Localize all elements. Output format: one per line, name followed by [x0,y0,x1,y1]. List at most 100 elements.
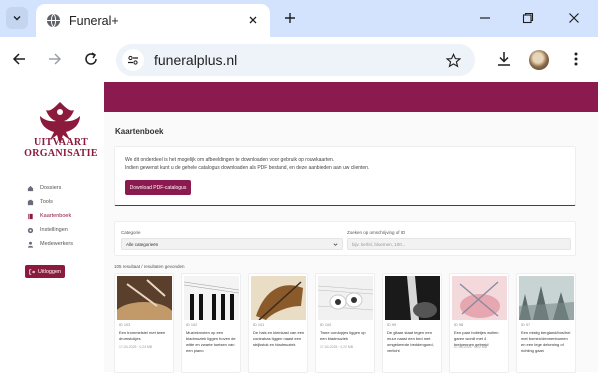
piano-image [184,276,239,320]
globe-icon [46,13,61,28]
profile-avatar[interactable] [529,50,549,70]
image-card[interactable]: ID 97 Een mistig bergland/bos/hei met bo… [516,273,576,373]
chevron-down-icon [13,16,21,21]
sidebar-item-label: Dossiers [40,185,62,191]
card-grid: ID 103 Een trommelstel met twee drumstok… [114,273,584,383]
card-id: ID 97 [521,323,531,327]
tab-close-button[interactable] [245,12,261,28]
sidebar-item-instellingen[interactable]: Instellingen [26,224,68,236]
card-meta: 17-04-2025 · 0,24 MB [119,345,152,349]
reload-icon [85,52,97,65]
forward-button[interactable] [45,49,65,69]
reload-button[interactable] [81,49,101,69]
image-card[interactable]: ID 99 De gitaar staat tegen een muur naa… [382,273,442,373]
minimize-icon [480,17,490,19]
info-line-2: Indien gewenst kunt u de gehele catalogu… [125,164,370,171]
minimize-button[interactable] [475,8,495,28]
card-id: ID 101 [253,323,265,327]
sidebar-item-tools[interactable]: Tools [26,196,53,208]
download-icon [498,52,510,66]
card-description: Een mistig bergland/bos/hei met bomen/de… [521,330,571,353]
close-window-button[interactable] [564,8,584,28]
image-card[interactable]: ID 102 Muziekmoten op een bladmuziek lig… [181,273,241,373]
sidebar-item-label: Kaartenboek [40,213,72,219]
chevron-down-icon [333,243,338,246]
logo-text-line2: ORGANISATIE [24,148,98,159]
image-card[interactable]: ID 98 Een paar bolletjes wollen garen wo… [449,273,509,373]
forward-icon [49,53,62,65]
sidebar-item-label: Instellingen [40,227,68,233]
card-description: Twee oordopjes liggen op een bladmuziek [320,330,366,341]
category-select[interactable]: Alle categorieën [121,238,343,250]
guitar-image [385,276,440,320]
restore-icon [522,12,534,24]
sidebar: UITVAART ORGANISATIE Dossiers Tools Kaar… [0,82,104,372]
image-card[interactable]: ID 101 De hals en kleinkast van een cont… [248,273,308,373]
category-label: Categorie [121,230,141,235]
menu-button[interactable] [566,49,586,69]
sidebar-item-label: Medewerkers [40,241,74,247]
tab-search-button[interactable] [6,7,28,29]
info-card: We dit onderdeel is het mogelijk om afbe… [114,146,576,206]
card-id: ID 99 [387,323,397,327]
logout-label: Uitloggen [37,268,62,275]
more-icon [574,52,578,66]
card-id: ID 98 [454,323,464,327]
download-button[interactable] [494,49,514,69]
page-title: Kaartenboek [115,127,164,136]
sidebar-item-medewerkers[interactable]: Medewerkers [26,238,73,250]
card-id: ID 102 [186,323,198,327]
contrabass-image [251,276,306,320]
info-text: We dit onderdeel is het mogelijk om afbe… [125,157,369,172]
plus-icon [285,13,295,23]
close-window-icon [569,13,579,23]
sidebar-item-dossiers[interactable]: Dossiers [26,182,61,194]
tab-title: Funeral+ [69,14,119,28]
header-banner [104,82,598,112]
category-value: Alle categorieën [126,242,159,247]
card-meta: 17-04-2025 · 0,22 MB [454,345,487,349]
card-description: De gitaar staat tegen een muur naast een… [387,330,434,353]
sidebar-item-kaartenboek[interactable]: Kaartenboek [26,210,71,222]
card-id: ID 103 [119,323,131,327]
download-pdf-button[interactable]: Download PDF-catalogus [125,180,191,195]
card-id: ID 100 [320,323,332,327]
knitting-image [452,276,507,320]
close-icon [249,16,257,24]
earbuds-image [318,276,373,320]
site-info-button[interactable] [122,49,144,71]
filter-card: Categorie Alle categorieën Zoeken op oms… [114,221,576,256]
info-line-1: We dit onderdeel is het mogelijk om afbe… [125,157,335,163]
book-icon [26,212,34,220]
address-bar[interactable]: funeralplus.nl [116,44,475,76]
drum-image [117,276,172,320]
active-tab[interactable]: Funeral+ [36,4,270,37]
logo-text-line1: UITVAART [33,137,89,148]
bookmark-button[interactable] [443,50,463,70]
image-card[interactable]: ID 100 Twee oordopjes liggen op een blad… [315,273,375,373]
card-description: Een trommelstel met twee drumstokjes [119,330,166,341]
box-icon [26,198,34,206]
logout-icon [29,268,35,275]
sidebar-item-label: Tools [40,199,53,205]
results-count: 105 resultaat / resultaten gevonden [114,264,185,269]
misty-forest-image [519,276,574,320]
logout-button[interactable]: Uitloggen [25,265,65,278]
card-meta: 17-04-2025 · 0,22 MB [320,345,353,349]
browser-toolbar: funeralplus.nl [0,37,598,82]
back-button[interactable] [9,49,29,69]
user-icon [26,240,34,248]
gear-icon [26,226,34,234]
back-icon [12,53,25,65]
restore-button[interactable] [518,8,538,28]
image-card[interactable]: ID 103 Een trommelstel met twee drumstok… [114,273,174,373]
dove-logo-icon [40,102,80,144]
search-label: Zoeken op omschrijving of ID [347,230,406,235]
web-page: UITVAART ORGANISATIE Dossiers Tools Kaar… [0,82,598,373]
site-info-icon [128,55,138,65]
url-text[interactable]: funeralplus.nl [154,52,237,68]
star-icon [445,52,461,67]
new-tab-button[interactable] [280,8,300,28]
card-description: De hals en kleinkast van een contrabas l… [253,330,305,347]
search-input[interactable]: bijv. kerfel, bloemen, 100... [347,238,571,250]
